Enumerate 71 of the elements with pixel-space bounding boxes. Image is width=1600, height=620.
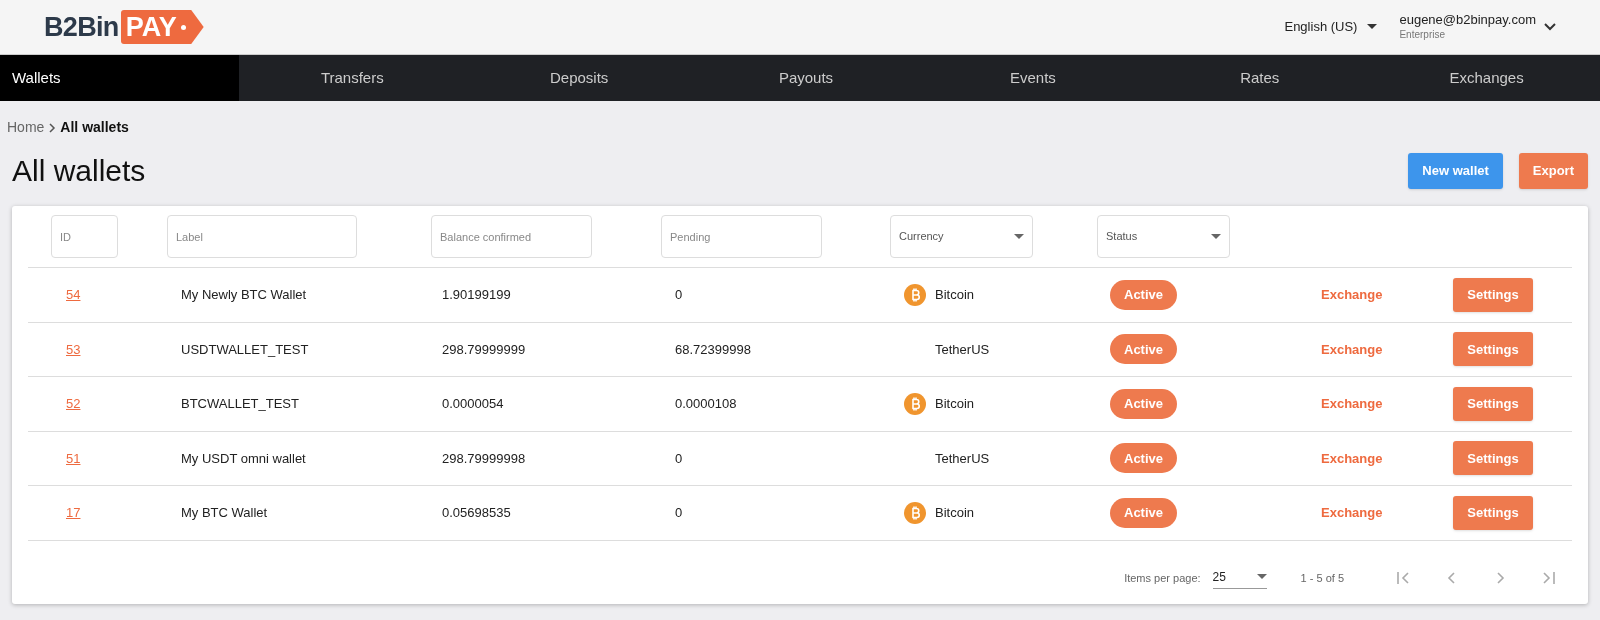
exchange-link[interactable]: Exchange: [1321, 450, 1383, 466]
status-badge: Active: [1110, 279, 1178, 310]
balance-value: 298.79999999: [442, 340, 527, 359]
nav-tab[interactable]: Deposits: [465, 55, 693, 101]
nav-tab[interactable]: Rates: [1146, 55, 1374, 101]
settings-button[interactable]: Settings: [1453, 495, 1533, 530]
caret-icon: [1014, 233, 1024, 240]
filter-field[interactable]: Pending: [661, 215, 822, 258]
wallet-id-link[interactable]: 51: [66, 448, 167, 468]
caret-icon: [1211, 233, 1221, 240]
breadcrumb-item[interactable]: Home: [7, 117, 45, 138]
wallet-label: My USDT omni wallet: [181, 449, 307, 468]
wallet-id-link[interactable]: 53: [66, 339, 167, 359]
exchange-link[interactable]: Exchange: [1321, 287, 1383, 302]
wallet-label: My BTC Wallet: [181, 504, 269, 522]
wallet-id-link[interactable]: 52: [66, 394, 167, 414]
wallet-id-link[interactable]: 54: [66, 285, 167, 305]
settings-button[interactable]: Settings: [1453, 386, 1533, 421]
settings-button[interactable]: Settings: [1453, 332, 1533, 367]
caret-icon: [1256, 574, 1267, 579]
wallet-label: USDTWALLET_TEST: [181, 340, 310, 359]
status-badge: Active: [1110, 443, 1178, 474]
balance-value: 1.90199199: [442, 286, 512, 304]
currency-name: TetherUS: [935, 449, 990, 468]
currency-name: Bitcoin: [935, 286, 975, 304]
chevron-down-icon: [1544, 23, 1556, 31]
balance-value: 298.79999998: [442, 449, 527, 468]
pending-value: 0: [675, 286, 684, 304]
page-range: 1 - 5 of 5: [1300, 570, 1344, 586]
nav-tab[interactable]: Transfers: [238, 55, 466, 101]
pending-value: 0.0000108: [675, 395, 738, 413]
settings-button[interactable]: Settings: [1453, 441, 1533, 476]
language-select[interactable]: English (US): [1284, 17, 1378, 37]
exchange-link[interactable]: Exchange: [1321, 396, 1383, 411]
caret-icon: [1367, 24, 1378, 30]
currency-name: Bitcoin: [935, 504, 975, 522]
action-button[interactable]: Export: [1518, 152, 1588, 189]
pending-value: 68.72399998: [675, 340, 752, 359]
status-badge: Active: [1110, 388, 1178, 419]
filter-field[interactable]: ID: [51, 215, 118, 258]
nav-tab[interactable]: Events: [919, 55, 1147, 101]
status-badge: Active: [1110, 497, 1178, 528]
currency-name: Bitcoin: [935, 395, 975, 413]
settings-button[interactable]: Settings: [1453, 277, 1533, 312]
pending-value: 0: [675, 504, 684, 522]
chevron-right-icon: [48, 122, 57, 133]
nav-tab[interactable]: Payouts: [692, 55, 920, 101]
wallet-label: BTCWALLET_TEST: [181, 395, 300, 413]
items-per-page-label: Items per page:: [1124, 570, 1201, 586]
filter-field[interactable]: Label: [167, 215, 357, 258]
logo-tag: PAY: [120, 10, 204, 44]
exchange-link[interactable]: Exchange: [1321, 341, 1383, 357]
nav-tab[interactable]: Exchanges: [1373, 55, 1600, 101]
balance-value: 0.05698535: [442, 504, 512, 522]
wallet-id-link[interactable]: 17: [66, 503, 167, 523]
user-menu[interactable]: eugene@b2binpay.com Enterprise: [1399, 12, 1556, 42]
pending-value: 0: [675, 449, 684, 468]
currency-name: TetherUS: [935, 340, 990, 359]
status-badge: Active: [1110, 334, 1178, 365]
nav-tab[interactable]: Wallets: [0, 55, 239, 101]
breadcrumb-item: All wallets: [60, 118, 129, 137]
balance-value: 0.0000054: [442, 395, 505, 413]
action-button[interactable]: New wallet: [1408, 152, 1503, 189]
filter-select[interactable]: Currency: [890, 215, 1033, 258]
logo-text: B2Bin: [44, 10, 119, 44]
exchange-link[interactable]: Exchange: [1321, 505, 1383, 520]
filter-field[interactable]: Balance confirmed: [431, 215, 592, 258]
wallet-label: My Newly BTC Wallet: [181, 286, 308, 304]
page-size-select[interactable]: 25: [1212, 567, 1267, 589]
page-title: All wallets: [12, 153, 146, 189]
filter-select[interactable]: Status: [1097, 215, 1230, 258]
